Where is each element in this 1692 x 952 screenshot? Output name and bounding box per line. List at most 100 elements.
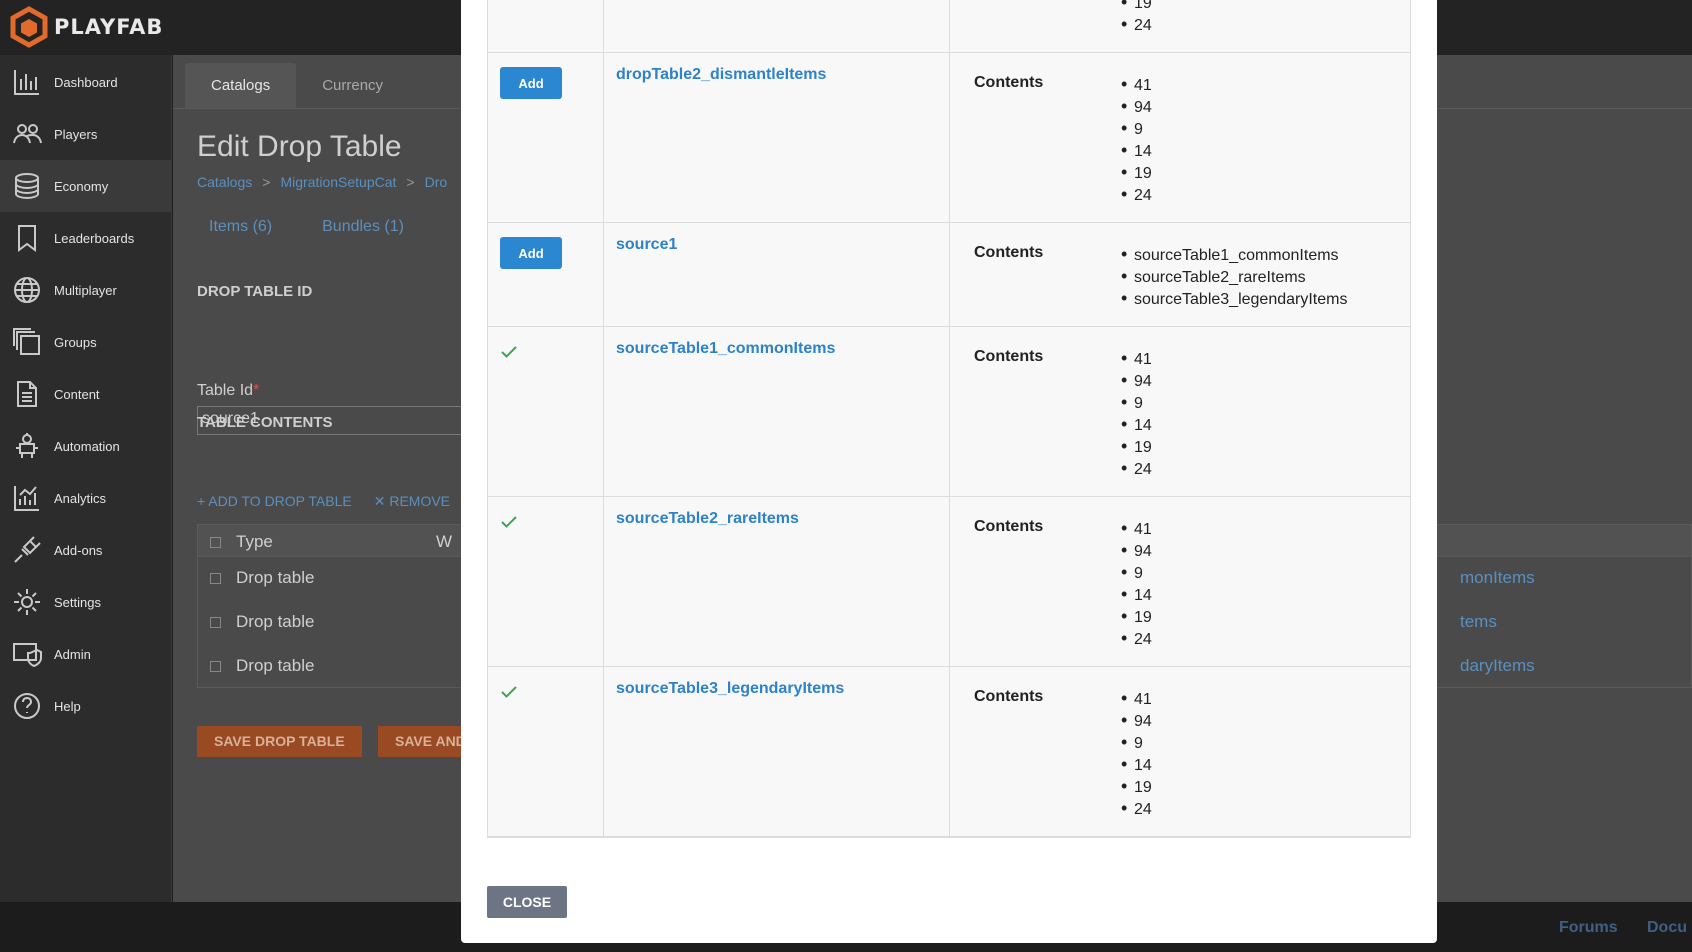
- sidebar-item-help[interactable]: Help: [0, 680, 172, 732]
- remove-link[interactable]: ✕ REMOVE: [374, 493, 450, 509]
- checkmark-icon: [501, 516, 517, 528]
- contents-list: 41 94 9 14 19 24: [1121, 73, 1152, 205]
- list-item: 14: [1121, 413, 1152, 435]
- sidebar-item-label: Leaderboards: [54, 230, 135, 246]
- contents-list: 19 24: [1121, 0, 1152, 35]
- list-item: 24: [1121, 183, 1152, 205]
- close-button[interactable]: CLOSE: [487, 886, 567, 918]
- list-item: 9: [1121, 561, 1152, 583]
- contents-label: Contents: [974, 348, 1044, 365]
- list-item: 9: [1121, 391, 1152, 413]
- list-item: 41: [1121, 347, 1152, 369]
- playfab-hexagon-icon: [10, 6, 48, 48]
- row-link[interactable]: tems: [1460, 612, 1497, 632]
- bar-chart-icon: [0, 67, 54, 97]
- row-checkbox[interactable]: [210, 573, 221, 584]
- breadcrumb-catalog[interactable]: MigrationSetupCat: [280, 174, 396, 190]
- list-item: 94: [1121, 369, 1152, 391]
- list-item: 24: [1121, 13, 1152, 35]
- sidebar-item-multiplayer[interactable]: Multiplayer: [0, 264, 172, 316]
- sidebar-item-analytics[interactable]: Analytics: [0, 472, 172, 524]
- contents-label: Contents: [974, 518, 1044, 535]
- drop-table-list: 19 24 Add dropTable2_dismantleItems Cont…: [487, 0, 1411, 838]
- drop-table-name-link[interactable]: sourceTable1_commonItems: [616, 340, 835, 358]
- sidebar-item-groups[interactable]: Groups: [0, 316, 172, 368]
- list-item: 41: [1121, 73, 1152, 95]
- table-row: Add source1 Contents sourceTable1_common…: [488, 223, 1410, 327]
- breadcrumb-drop-tables[interactable]: Dro: [425, 174, 448, 190]
- sidebar-item-automation[interactable]: Automation: [0, 420, 172, 472]
- sidebar-item-label: Dashboard: [54, 74, 118, 90]
- save-drop-table-button[interactable]: SAVE DROP TABLE: [197, 726, 362, 757]
- contents-label: Contents: [974, 244, 1044, 261]
- drop-table-name-link[interactable]: source1: [616, 236, 677, 254]
- table-row: sourceTable3_legendaryItems Contents 41 …: [488, 667, 1410, 837]
- help-icon: [0, 691, 54, 721]
- sidebar-item-label: Economy: [54, 178, 109, 194]
- sidebar: Dashboard Players Economy Leaderboards M…: [0, 55, 172, 902]
- sidebar-item-settings[interactable]: Settings: [0, 576, 172, 628]
- list-item: 14: [1121, 583, 1152, 605]
- footer-link-docs[interactable]: Docu: [1647, 919, 1687, 937]
- row-link[interactable]: monItems: [1460, 568, 1535, 588]
- sidebar-item-content[interactable]: Content: [0, 368, 172, 420]
- list-item: 19: [1121, 435, 1152, 457]
- add-button[interactable]: Add: [500, 67, 562, 99]
- list-item: sourceTable3_legendaryItems: [1121, 287, 1347, 309]
- sidebar-item-label: Help: [54, 698, 81, 714]
- contents-list: sourceTable1_commonItems sourceTable2_ra…: [1121, 243, 1347, 309]
- list-item: 94: [1121, 709, 1152, 731]
- list-item: 41: [1121, 517, 1152, 539]
- sidebar-item-economy[interactable]: Economy: [0, 160, 172, 212]
- list-item: 9: [1121, 117, 1152, 139]
- footer-link-forums[interactable]: Forums: [1559, 919, 1618, 937]
- drop-table-name-link[interactable]: sourceTable2_rareItems: [616, 510, 799, 528]
- table-actions: + ADD TO DROP TABLE ✕ REMOVE: [197, 493, 472, 510]
- plug-icon: [0, 535, 54, 565]
- subtab-items[interactable]: Items (6): [209, 218, 272, 235]
- checkmark-icon: [501, 686, 517, 698]
- drop-table-name-link[interactable]: sourceTable3_legendaryItems: [616, 680, 844, 698]
- sidebar-item-leaderboards[interactable]: Leaderboards: [0, 212, 172, 264]
- contents-list: 41 94 9 14 19 24: [1121, 347, 1152, 479]
- add-button[interactable]: Add: [500, 237, 562, 269]
- list-item: 94: [1121, 539, 1152, 561]
- gear-icon: [0, 587, 54, 617]
- table-row: 19 24: [488, 0, 1410, 53]
- playfab-logo[interactable]: PLAYFAB: [8, 6, 163, 48]
- sidebar-item-add-ons[interactable]: Add-ons: [0, 524, 172, 576]
- tab-catalogs[interactable]: Catalogs: [185, 63, 297, 109]
- column-header-type: Type: [236, 532, 273, 551]
- sidebar-item-label: Add-ons: [54, 542, 103, 558]
- row-checkbox[interactable]: [210, 617, 221, 628]
- row-link[interactable]: daryItems: [1460, 656, 1535, 676]
- list-item: sourceTable2_rareItems: [1121, 265, 1347, 287]
- breadcrumb-catalogs[interactable]: Catalogs: [197, 174, 252, 190]
- list-item: 14: [1121, 753, 1152, 775]
- table-row: sourceTable1_commonItems Contents 41 94 …: [488, 327, 1410, 497]
- row-type: Drop table: [236, 656, 315, 675]
- select-all-checkbox[interactable]: [210, 537, 221, 548]
- list-item: 14: [1121, 139, 1152, 161]
- sidebar-item-label: Settings: [54, 594, 101, 610]
- groups-icon: [0, 327, 54, 357]
- brand-name: PLAYFAB: [54, 15, 164, 39]
- drop-table-name-link[interactable]: dropTable2_dismantleItems: [616, 66, 826, 84]
- tab-currency[interactable]: Currency: [296, 63, 409, 109]
- sidebar-item-label: Content: [54, 386, 100, 402]
- table-row: Add dropTable2_dismantleItems Contents 4…: [488, 53, 1410, 223]
- sidebar-item-admin[interactable]: Admin: [0, 628, 172, 680]
- sidebar-item-players[interactable]: Players: [0, 108, 172, 160]
- drop-table-picker-modal: 19 24 Add dropTable2_dismantleItems Cont…: [461, 0, 1437, 943]
- subtab-bundles[interactable]: Bundles (1): [322, 218, 404, 235]
- analytics-icon: [0, 483, 54, 513]
- database-icon: [0, 171, 54, 201]
- sidebar-item-label: Multiplayer: [54, 282, 117, 298]
- sidebar-item-label: Automation: [54, 438, 120, 454]
- sidebar-item-dashboard[interactable]: Dashboard: [0, 56, 172, 108]
- page-title: Edit Drop Table: [197, 130, 402, 163]
- row-checkbox[interactable]: [210, 661, 221, 672]
- add-to-drop-table-link[interactable]: + ADD TO DROP TABLE: [197, 493, 352, 509]
- contents-list: 41 94 9 14 19 24: [1121, 517, 1152, 649]
- table-contents-heading: TABLE CONTENTS: [197, 414, 333, 431]
